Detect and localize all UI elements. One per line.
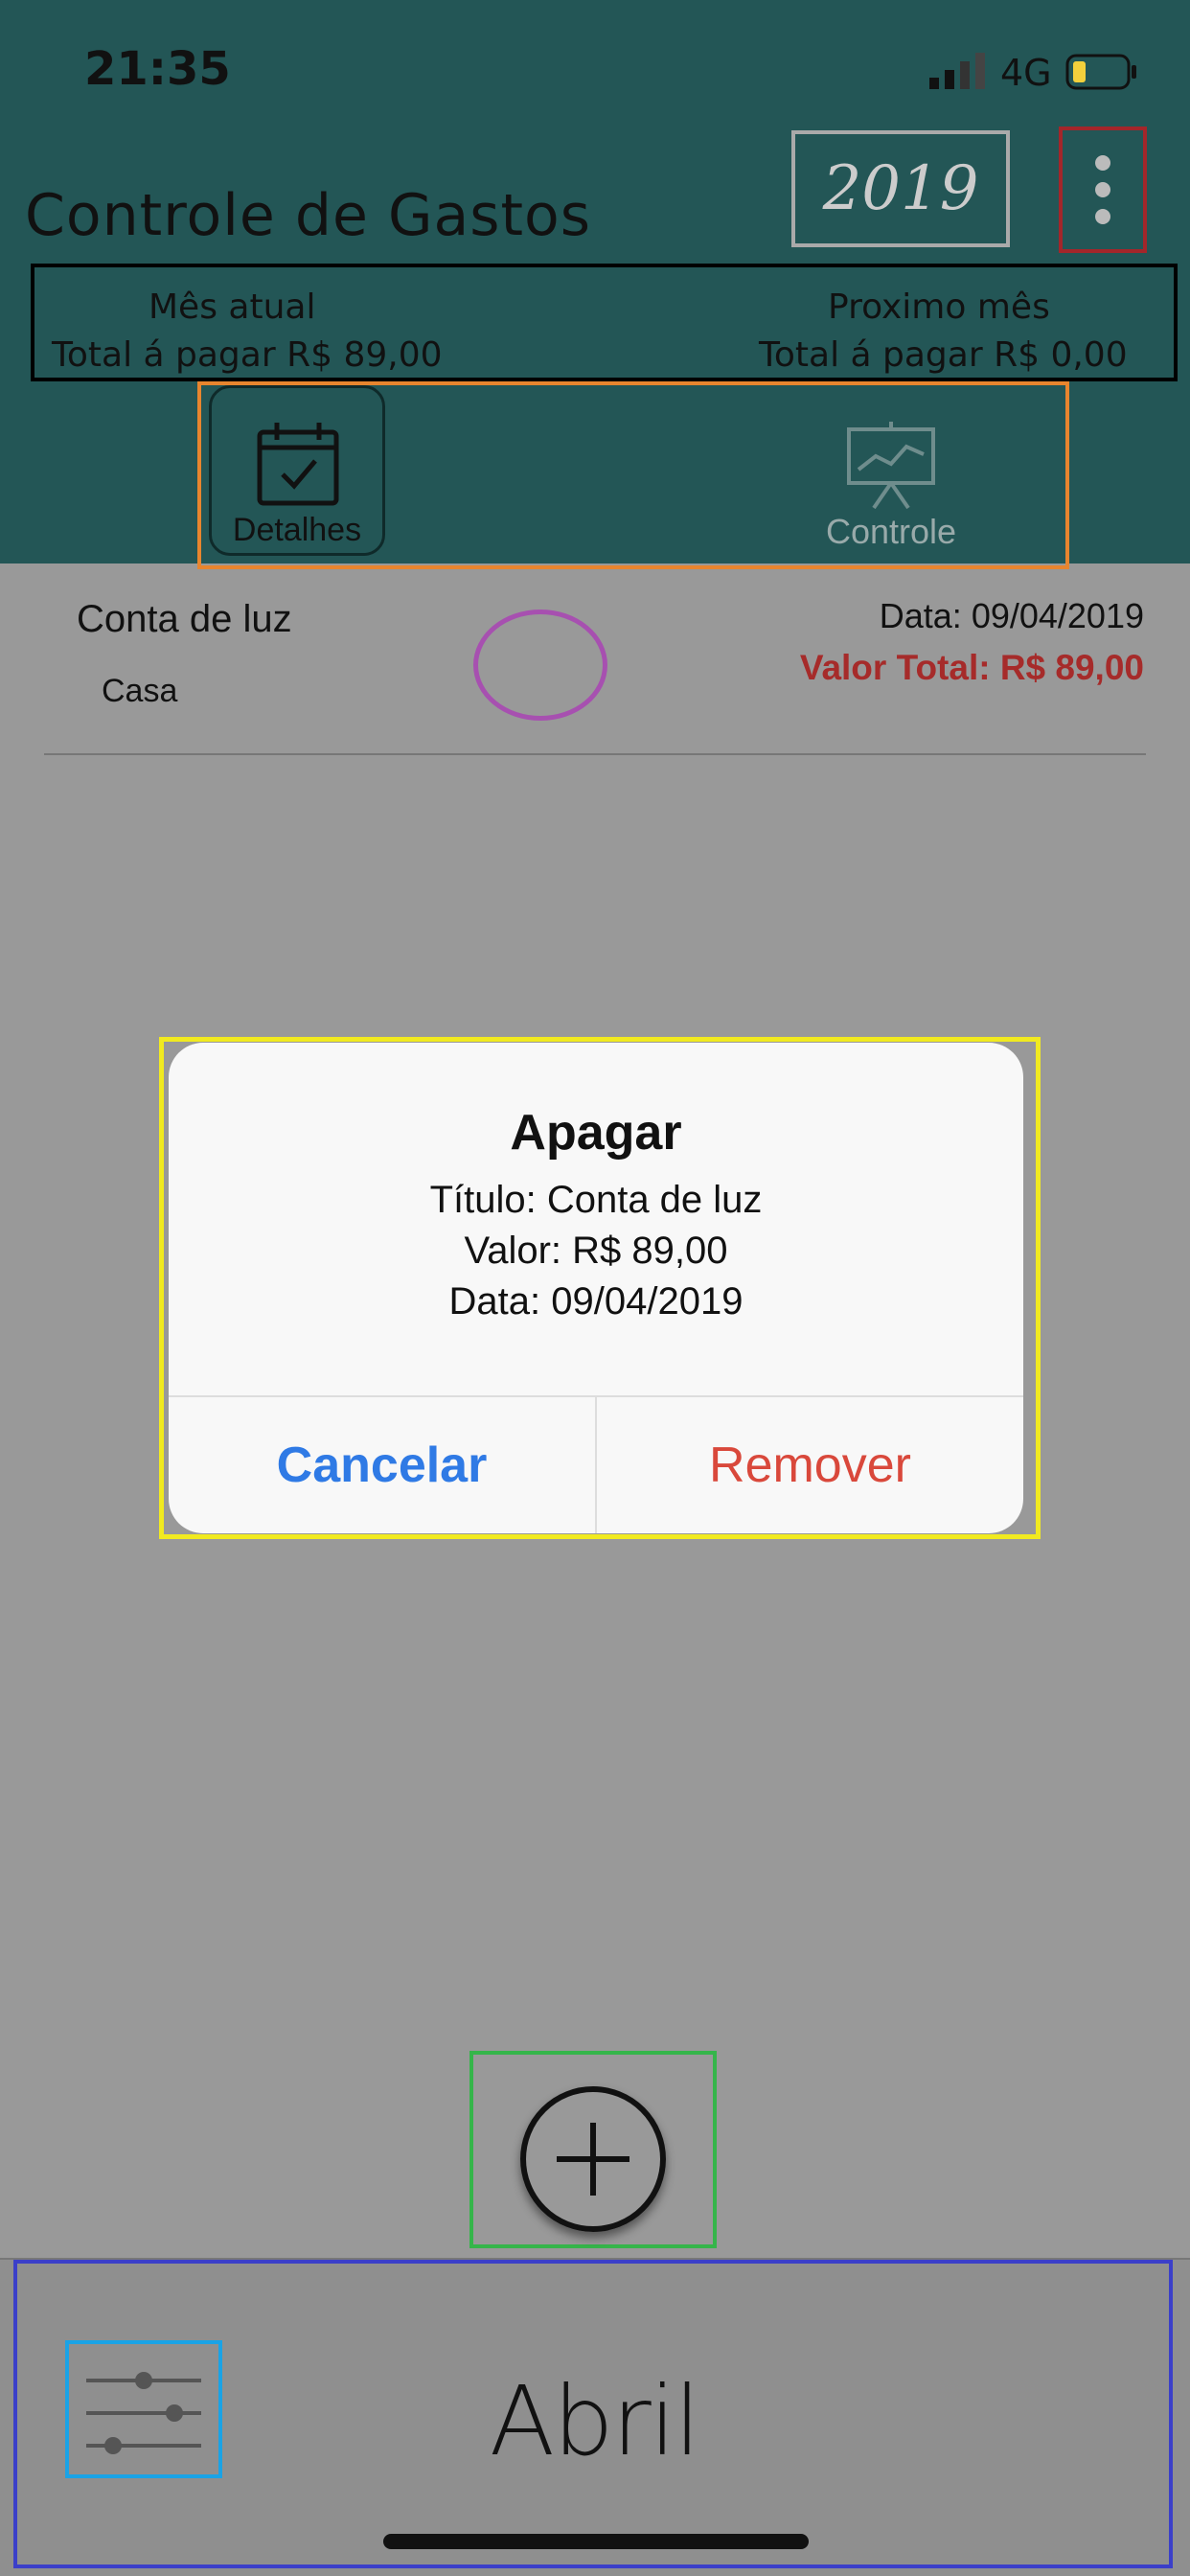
expense-category: Casa <box>102 673 178 709</box>
add-expense-button[interactable] <box>520 2086 666 2232</box>
home-indicator[interactable] <box>383 2534 809 2549</box>
sliders-icon <box>86 2372 201 2454</box>
dialog-value-line: Valor: R$ 89,00 <box>464 1230 728 1272</box>
more-vertical-icon <box>1095 155 1110 224</box>
tab-controle-label: Controle <box>825 512 957 551</box>
list-divider <box>44 753 1146 755</box>
remove-button[interactable]: Remover <box>597 1397 1023 1533</box>
calendar-check-icon <box>257 423 339 506</box>
tab-controle[interactable] <box>824 385 958 510</box>
current-month-label[interactable]: Abril <box>355 2365 834 2477</box>
battery-icon <box>1065 54 1136 90</box>
dialog-title: Apagar <box>510 1105 682 1161</box>
current-month-total: Total á pagar R$ 89,00 <box>52 335 443 375</box>
signal-icon <box>929 53 985 89</box>
next-month-total: Total á pagar R$ 0,00 <box>759 335 1128 375</box>
status-time: 21:35 <box>84 42 231 96</box>
network-type: 4G <box>1000 52 1052 94</box>
tab-detalhes-label: Detalhes <box>232 512 362 548</box>
chart-board-icon <box>847 422 935 510</box>
current-month-label: Mês atual <box>149 288 316 327</box>
dialog-date-line: Data: 09/04/2019 <box>448 1280 744 1322</box>
expense-total: Valor Total: R$ 89,00 <box>799 648 1144 687</box>
plus-icon <box>557 2123 629 2196</box>
filter-button[interactable] <box>65 2340 222 2478</box>
expense-date: Data: 09/04/2019 <box>879 596 1144 635</box>
year-selector[interactable]: 2019 <box>791 130 1010 247</box>
status-circle <box>473 610 607 721</box>
next-month-label: Proximo mês <box>828 288 1050 327</box>
dialog-title-line: Título: Conta de luz <box>429 1179 763 1221</box>
expense-title: Conta de luz <box>77 598 292 640</box>
cancel-button[interactable]: Cancelar <box>169 1397 595 1533</box>
app-title: Controle de Gastos <box>25 182 591 249</box>
delete-dialog: Apagar Título: Conta de luz Valor: R$ 89… <box>169 1043 1023 1533</box>
more-menu-button[interactable] <box>1059 126 1147 253</box>
